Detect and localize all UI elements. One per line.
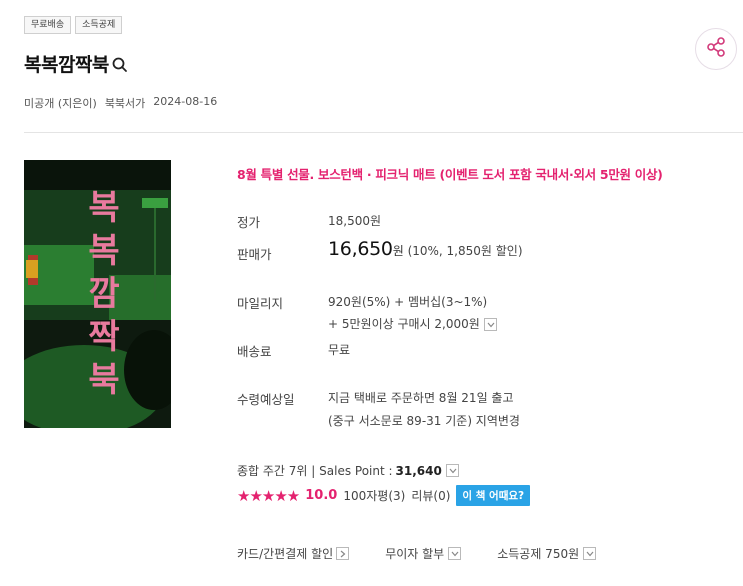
mileage-line2-text: + 5만원이상 구매시 2,000원: [328, 317, 480, 331]
list-price-value: 18,500원: [328, 214, 382, 228]
chevron-right-icon: [336, 547, 350, 560]
chevron-down-icon: [583, 547, 597, 560]
sales-rank: 종합 주간 7위 | Sales Point : 31,640: [237, 462, 459, 479]
mileage-line1: 920원(5%) + 멤버십(3~1%): [328, 295, 488, 309]
tag-list: 무료배송 소득공제: [24, 16, 123, 34]
page-title: 복복깜짝북: [24, 54, 109, 76]
shipping-value: 무료: [328, 343, 351, 357]
short-review-link[interactable]: 100자평(3): [343, 487, 405, 504]
delivery-line1: 지금 택배로 주문하면 8월 21일 출고: [328, 391, 514, 405]
cover-char: 깜: [88, 274, 120, 314]
search-icon[interactable]: [111, 55, 129, 73]
mileage-dropdown-icon[interactable]: [483, 318, 497, 331]
income-deduction[interactable]: 소득공제 750원: [497, 545, 597, 562]
sale-price-label: 판매가: [237, 247, 272, 262]
rating-score: 10.0: [305, 488, 338, 503]
book-meta: 미공개 (지은이) 북북서가 2024-08-16: [24, 95, 217, 111]
installment[interactable]: 무이자 할부: [385, 545, 462, 562]
installment-label: 무이자 할부: [385, 547, 445, 561]
review-link[interactable]: 리뷰(0): [411, 487, 450, 504]
delivery-region-link[interactable]: (중구 서소문로 89-31 기준) 지역변경: [328, 412, 520, 429]
cover-title: 복 복 깜 짝 북: [86, 188, 122, 400]
sale-price-value: 16,650: [328, 238, 393, 260]
income-deduction-label: 소득공제 750원: [497, 547, 580, 561]
share-icon: [705, 36, 727, 62]
share-button[interactable]: [695, 28, 737, 70]
cover-char: 복: [88, 188, 120, 228]
rank-text[interactable]: 종합 주간 7위 | Sales Point :: [237, 462, 393, 479]
publish-date: 2024-08-16: [153, 95, 218, 108]
author-link[interactable]: 미공개 (지은이): [24, 95, 97, 111]
cover-char: 짝: [88, 317, 120, 357]
ask-book-button[interactable]: 이 책 어때요?: [456, 485, 531, 506]
list-price-label: 정가: [237, 215, 261, 230]
cover-char: 북: [88, 360, 120, 400]
star-icon: ★★★★★: [237, 486, 300, 505]
delivery-label: 수령예상일: [237, 392, 295, 407]
cover-char: 복: [88, 231, 120, 271]
title-row: 복복깜짝북: [24, 50, 129, 77]
rank-dropdown-icon[interactable]: [445, 464, 459, 477]
publisher-link[interactable]: 북북서가: [105, 95, 145, 111]
mileage-label: 마일리지: [237, 296, 284, 311]
tag-income-deduction: 소득공제: [75, 16, 123, 34]
sales-point-value: 31,640: [395, 463, 442, 478]
event-banner-link[interactable]: 8월 특별 선물. 보스턴백 · 피크닉 매트 (이벤트 도서 포함 국내서·외…: [237, 164, 663, 183]
card-discount-label: 카드/간편결제 할인: [237, 547, 334, 561]
tag-free-shipping: 무료배송: [24, 16, 72, 34]
shipping-label: 배송료: [237, 344, 272, 359]
sale-price-unit: 원: [392, 244, 404, 258]
card-discount[interactable]: 카드/간편결제 할인: [237, 545, 350, 562]
divider: [24, 132, 743, 133]
sale-price: 16,650원 (10%, 1,850원 할인): [328, 238, 523, 260]
rating-row: ★★★★★ 10.0 100자평(3) 리뷰(0) 이 책 어때요?: [237, 485, 531, 506]
sale-price-note: (10%, 1,850원 할인): [407, 244, 523, 258]
benefits-row: 카드/간편결제 할인 무이자 할부 소득공제 750원: [237, 545, 632, 562]
mileage-line2: + 5만원이상 구매시 2,000원: [328, 315, 497, 332]
book-cover[interactable]: 복 복 깜 짝 북: [24, 160, 171, 428]
chevron-down-icon: [448, 547, 462, 560]
